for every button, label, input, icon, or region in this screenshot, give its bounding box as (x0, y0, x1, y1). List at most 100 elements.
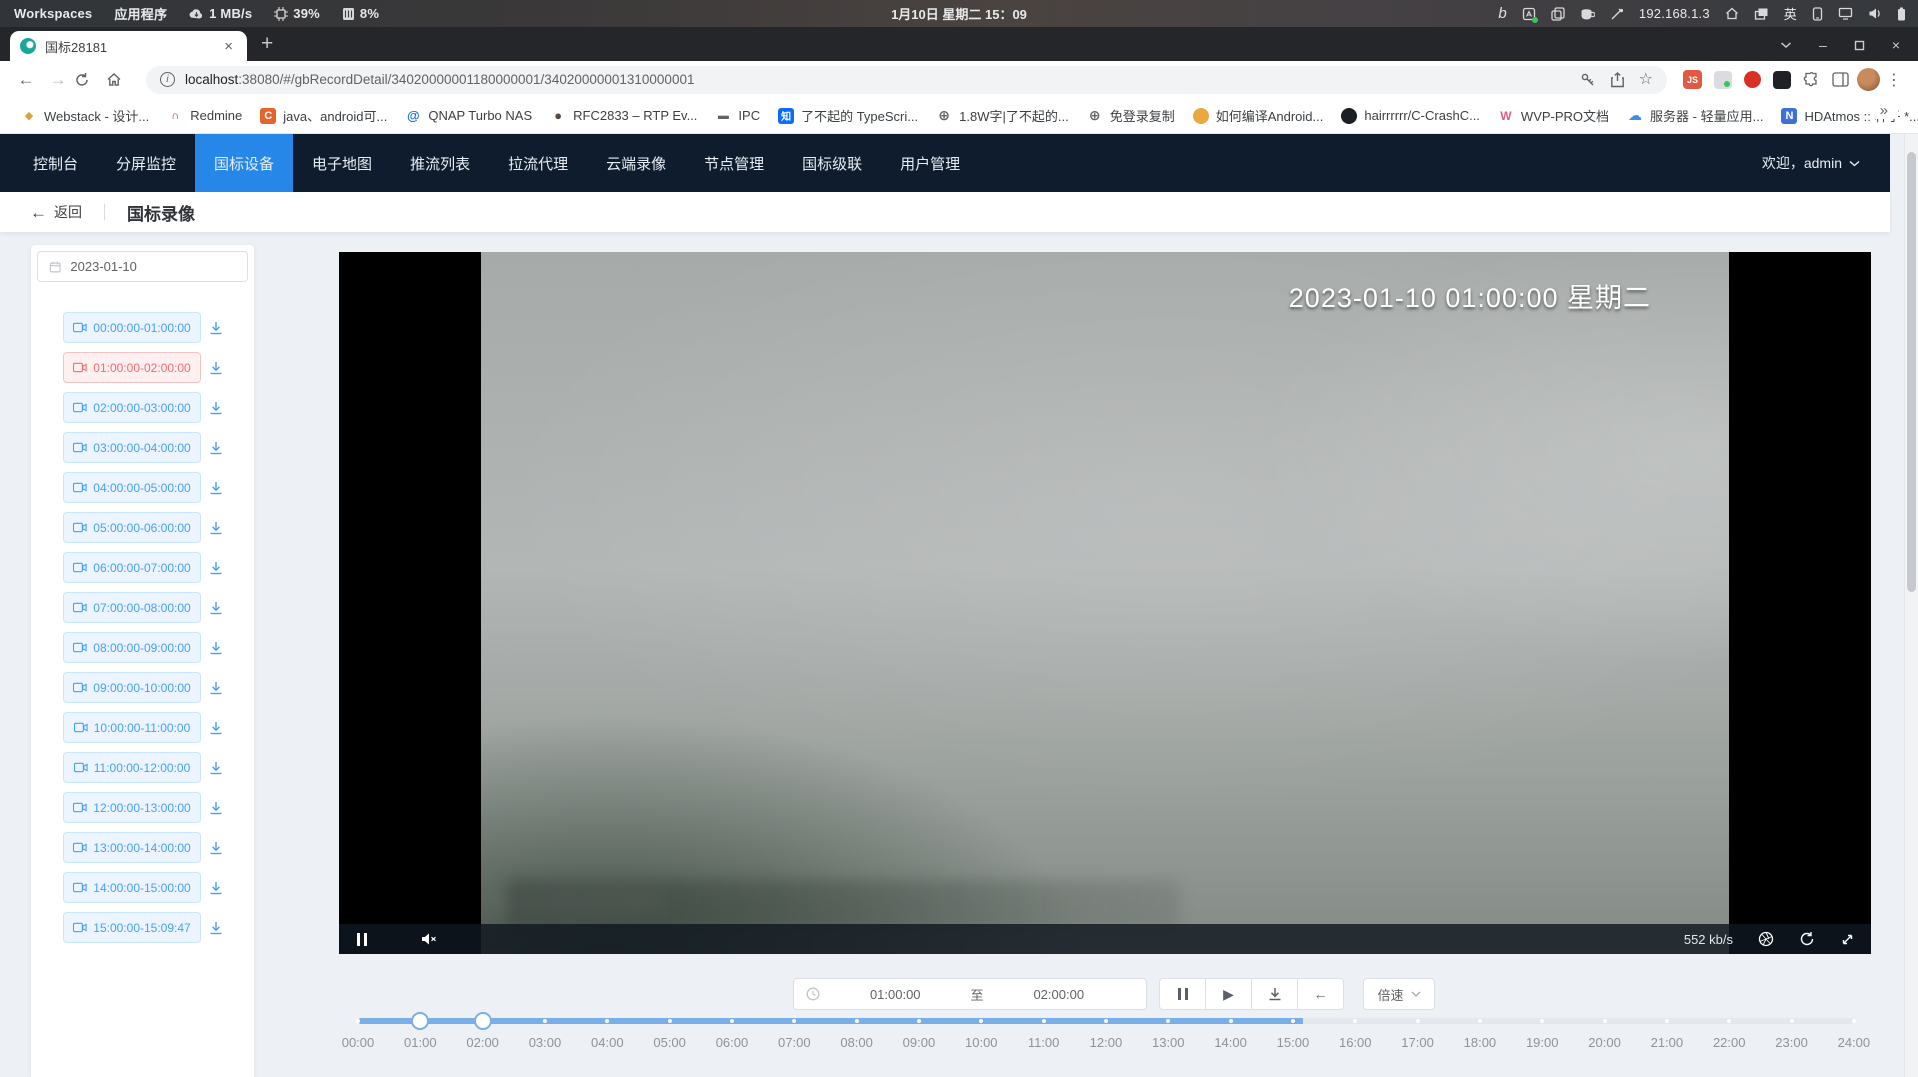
user-menu[interactable]: 欢迎，admin (1762, 153, 1890, 173)
bookmark[interactable]: ☁ 服务器 - 轻量应用... (1618, 102, 1772, 129)
new-tab-button[interactable]: + (261, 33, 273, 54)
playback-speed-dropdown[interactable]: 倍速 (1363, 978, 1435, 1010)
nav-menu-item[interactable]: 节点管理 (685, 134, 783, 192)
video-surface[interactable]: 2023-01-10 01:00:00 星期二 (481, 252, 1729, 954)
timeline-track[interactable] (358, 1018, 1854, 1024)
recording-range-button[interactable]: 01:00:00-02:00:00 (63, 352, 201, 383)
download-recording-button[interactable] (208, 680, 224, 696)
tray-home-icon[interactable] (1725, 7, 1739, 20)
site-info-icon[interactable]: i (160, 72, 175, 87)
address-bar[interactable]: i localhost:38080/#/gbRecordDetail/34020… (146, 66, 1667, 94)
back-button[interactable]: ← 返回 (30, 202, 82, 222)
tray-coffee-icon[interactable] (1580, 7, 1595, 21)
download-recording-button[interactable] (208, 480, 224, 496)
bookmark[interactable]: 知 了不起的 TypeScri... (769, 102, 927, 129)
recording-range-button[interactable]: 04:00:00-05:00:00 (63, 472, 201, 503)
download-recording-button[interactable] (208, 720, 224, 736)
recording-range-button[interactable]: 07:00:00-08:00:00 (63, 592, 201, 623)
extension-dark-icon[interactable] (1773, 71, 1791, 89)
bookmark[interactable]: ⊕ 免登录复制 (1078, 102, 1184, 129)
download-recording-button[interactable] (208, 360, 224, 376)
input-language-indicator[interactable]: 英 (1784, 4, 1797, 23)
tray-picker-icon[interactable] (1610, 7, 1624, 21)
refresh-button[interactable] (1799, 931, 1815, 947)
download-recording-button[interactable] (208, 440, 224, 456)
fullscreen-button[interactable] (1840, 932, 1855, 947)
download-button[interactable] (1251, 978, 1298, 1010)
bookmark[interactable]: hairrrrrr/C-CrashC... (1332, 104, 1489, 128)
extensions-puzzle-icon[interactable] (1803, 71, 1820, 88)
nav-menu-item[interactable]: 电子地图 (293, 134, 391, 192)
bookmark[interactable]: ▬ IPC (706, 104, 769, 128)
bookmark[interactable]: ∩ Redmine (158, 104, 251, 128)
download-recording-button[interactable] (208, 640, 224, 656)
bookmark[interactable]: C java、android可... (251, 102, 396, 129)
nav-menu-item[interactable]: 分屏监控 (97, 134, 195, 192)
recording-range-button[interactable]: 02:00:00-03:00:00 (63, 392, 201, 423)
recording-range-button[interactable]: 08:00:00-09:00:00 (63, 632, 201, 663)
tab-close-icon[interactable]: × (220, 37, 237, 56)
download-recording-button[interactable] (208, 920, 224, 936)
recording-range-button[interactable]: 10:00:00-11:00:00 (63, 712, 201, 743)
play-button[interactable]: ▶ (1205, 978, 1252, 1010)
rewind-button[interactable]: ← (1297, 978, 1344, 1010)
memory-usage-indicator[interactable]: 8% (342, 6, 379, 21)
bookmark[interactable]: ◆ Webstack - 设计... (12, 102, 158, 129)
bookmark[interactable]: 如何编译Android... (1184, 102, 1333, 129)
browser-home-button[interactable] (106, 72, 138, 87)
recording-range-button[interactable]: 05:00:00-06:00:00 (63, 512, 201, 543)
nav-menu-item[interactable]: 国标级联 (783, 134, 881, 192)
browser-forward-button[interactable]: → (42, 71, 74, 88)
scrollbar-thumb[interactable] (1907, 152, 1916, 592)
clock-indicator[interactable]: 1月10日 星期二 15：09 (891, 4, 1027, 23)
bookmark[interactable]: ● RFC2833 – RTP Ev... (541, 104, 706, 128)
browser-back-button[interactable]: ← (10, 71, 42, 88)
nav-menu-item[interactable]: 用户管理 (881, 134, 979, 192)
download-recording-button[interactable] (208, 400, 224, 416)
recording-range-button[interactable]: 15:00:00-15:09:47 (63, 912, 201, 943)
date-picker[interactable] (37, 251, 248, 282)
start-time-value[interactable]: 01:00:00 (820, 987, 971, 1002)
recording-range-button[interactable]: 14:00:00-15:00:00 (63, 872, 201, 903)
applications-menu[interactable]: 应用程序 (114, 4, 167, 23)
download-recording-button[interactable] (208, 880, 224, 896)
download-recording-button[interactable] (208, 840, 224, 856)
pause-playback-button[interactable] (1159, 978, 1206, 1010)
recording-range-button[interactable]: 06:00:00-07:00:00 (63, 552, 201, 583)
extension-card-icon[interactable] (1714, 71, 1732, 89)
share-icon[interactable] (1610, 72, 1625, 88)
download-recording-button[interactable] (208, 760, 224, 776)
window-close-button[interactable]: × (1892, 38, 1900, 52)
workspaces-button[interactable]: Workspaces (14, 6, 92, 21)
window-restore-button[interactable] (1854, 40, 1865, 51)
download-recording-button[interactable] (208, 600, 224, 616)
date-input[interactable] (70, 259, 236, 274)
download-recording-button[interactable] (208, 800, 224, 816)
nav-menu-item[interactable]: 控制台 (14, 134, 97, 192)
recording-range-button[interactable]: 09:00:00-10:00:00 (63, 672, 201, 703)
extension-blocker-icon[interactable] (1744, 71, 1761, 88)
page-scrollbar[interactable] (1904, 134, 1918, 1077)
passwords-key-icon[interactable] (1580, 72, 1596, 88)
recording-range-button[interactable]: 03:00:00-04:00:00 (63, 432, 201, 463)
recording-range-button[interactable]: 00:00:00-01:00:00 (63, 312, 201, 343)
tray-phone-icon[interactable] (1812, 7, 1823, 21)
bookmark[interactable]: W WVP-PRO文档 (1489, 102, 1618, 129)
extension-js-icon[interactable]: JS (1683, 70, 1702, 89)
end-time-value[interactable]: 02:00:00 (984, 987, 1135, 1002)
side-panel-icon[interactable] (1832, 72, 1849, 87)
download-recording-button[interactable] (208, 560, 224, 576)
timeline-start-handle[interactable] (411, 1012, 429, 1030)
player-pause-button[interactable] (357, 933, 367, 946)
bookmark-star-icon[interactable]: ☆ (1639, 72, 1653, 88)
browser-reload-button[interactable] (74, 72, 106, 88)
player-mute-button[interactable] (421, 932, 437, 946)
bookmark[interactable]: ⊕ 1.8W字|了不起的... (927, 102, 1078, 129)
nav-menu-item[interactable]: 国标设备 (195, 134, 293, 192)
nav-menu-item[interactable]: 推流列表 (391, 134, 489, 192)
tray-windows-icon[interactable] (1754, 7, 1769, 21)
network-speed-indicator[interactable]: 1 MB/s (189, 6, 252, 21)
tray-notes-icon[interactable] (1522, 7, 1536, 21)
browser-menu-button[interactable]: ⋮ (1880, 70, 1908, 90)
tray-ip-address[interactable]: 192.168.1.3 (1639, 6, 1710, 21)
